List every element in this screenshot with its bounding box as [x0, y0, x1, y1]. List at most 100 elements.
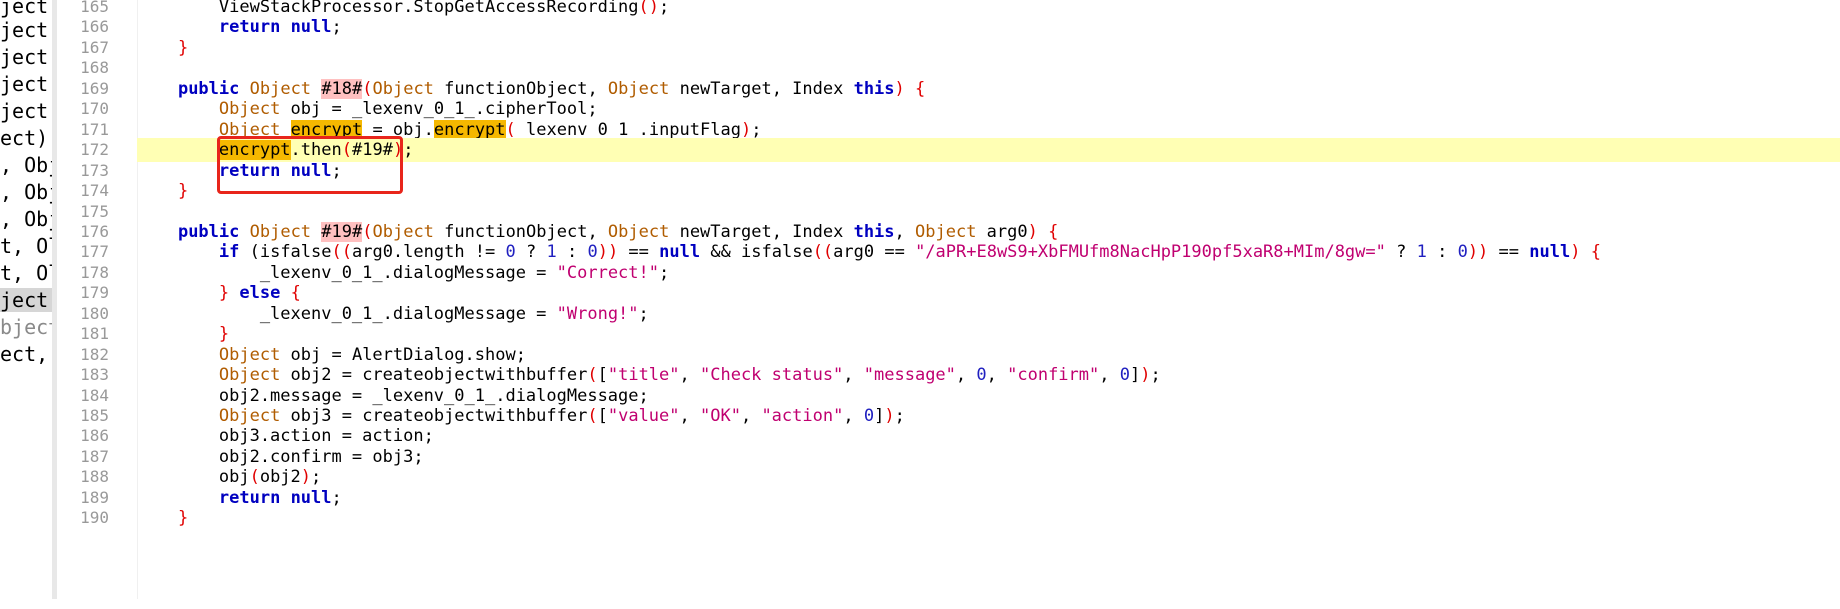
tree-item[interactable]: ect, — [0, 342, 52, 366]
code-text: ; — [331, 17, 342, 38]
string-literal: "Check status" — [700, 365, 844, 386]
tree-item[interactable]: ect) — [0, 126, 52, 150]
code-text: arg0 == — [833, 242, 916, 263]
code-text: && isfalse — [700, 242, 813, 263]
code-text: == — [618, 242, 660, 263]
tree-item[interactable]: , Obj — [0, 207, 52, 231]
bracket: } — [177, 37, 189, 58]
string-literal: "title" — [607, 365, 680, 386]
code-text: obj = _lexenv_0_1_.cipherTool; — [280, 99, 598, 120]
code-text: ] — [1129, 365, 1141, 386]
tree-item[interactable]: ject — [0, 99, 52, 123]
code-text: obj2 = createobjectwithbuffer — [280, 365, 588, 386]
bracket: () — [638, 0, 659, 17]
code-text: ; — [331, 487, 342, 508]
code-text: ; — [659, 0, 670, 17]
bracket: ( — [249, 467, 260, 488]
bracket: )) — [1467, 242, 1489, 263]
number-literal: 0 — [505, 242, 516, 263]
tree-item[interactable]: ject — [0, 0, 52, 18]
search-occurrence: encrypt — [433, 119, 506, 140]
keyword: return — [218, 17, 281, 38]
tree-item[interactable]: ject — [0, 288, 52, 312]
code-text: ; — [403, 140, 414, 161]
tree-item[interactable]: t, Ol — [0, 261, 52, 285]
code-text: obj3.action = action; — [137, 426, 434, 447]
number-literal: 0 — [587, 242, 598, 263]
type-name: Object — [218, 365, 281, 386]
type-name: Object — [249, 221, 312, 242]
keyword: null — [290, 487, 332, 508]
code-text: [ — [597, 365, 608, 386]
code-text: obj — [137, 467, 250, 488]
code-text: obj3 = createobjectwithbuffer — [280, 406, 588, 426]
tree-item[interactable]: ject — [0, 72, 52, 96]
type-name: Object — [218, 99, 281, 120]
bracket: ) — [884, 406, 895, 426]
code-text: obj2 — [259, 467, 301, 488]
code-text: functionObject, — [433, 221, 608, 242]
code-text: ViewStackProcessor.StopGetAccessRecordin… — [137, 0, 639, 17]
line-number: 190 — [80, 508, 109, 528]
bracket: ) — [894, 78, 905, 99]
code-text: , — [679, 406, 700, 426]
code-text: _lexenv_0_1_.dialogMessage = — [137, 262, 557, 283]
bracket: ) — [1570, 242, 1581, 263]
bracket: ( — [587, 365, 598, 386]
code-line[interactable]: } — [137, 506, 1840, 530]
code-text: functionObject, — [433, 78, 608, 99]
code-text: [ — [597, 406, 608, 426]
bracket: (( — [812, 242, 834, 263]
code-text: ? — [1385, 242, 1417, 263]
string-literal: "confirm" — [1007, 365, 1100, 386]
keyword: public — [177, 221, 240, 242]
code-text: , — [1099, 365, 1120, 386]
code-text: , — [843, 406, 864, 426]
keyword: null — [659, 242, 701, 263]
number-literal: 1 — [1416, 242, 1427, 263]
type-name: Object — [607, 221, 670, 242]
tree-item[interactable]: bject — [0, 315, 52, 339]
bracket: } — [177, 508, 189, 529]
type-name: Object — [607, 78, 670, 99]
code-text: obj2.confirm = obj3; — [137, 446, 424, 467]
string-literal: "value" — [607, 406, 680, 426]
code-text: , — [843, 365, 864, 386]
bracket: ( — [505, 119, 516, 140]
bracket: } — [218, 324, 230, 345]
code-text: : — [556, 242, 588, 263]
code-text: ; — [894, 406, 905, 426]
code-text: _lexenv_0_1_.dialogMessage = — [137, 303, 557, 324]
bracket: ) — [1140, 365, 1151, 386]
line-number-gutter: 165 166 167 168 169 170 171 172 173 174 175 176 177 1… — [57, 0, 138, 609]
keyword: null — [1529, 242, 1571, 263]
bracket: ) — [740, 119, 752, 140]
tree-item[interactable]: , Obj — [0, 153, 52, 177]
string-literal: "message" — [863, 365, 956, 386]
tree-item[interactable]: ject, — [0, 45, 52, 69]
number-literal: 0 — [976, 365, 987, 386]
code-text: arg0.length != — [351, 242, 506, 263]
code-text: ? — [515, 242, 547, 263]
project-tree-panel[interactable]: jectject,ject,jectjectect), Obj, Obj, Ob… — [0, 0, 55, 609]
tree-item[interactable]: ject, — [0, 18, 52, 42]
bracket: )) — [597, 242, 619, 263]
highlighted-identifier: #19# — [321, 221, 363, 242]
bracket: (( — [331, 242, 352, 263]
tree-item[interactable]: , Obj — [0, 180, 52, 204]
code-editor[interactable]: ViewStackProcessor.StopGetAccessRecordin… — [137, 0, 1840, 609]
type-name: Object — [249, 78, 312, 99]
tree-item[interactable]: t, Ol — [0, 234, 52, 258]
